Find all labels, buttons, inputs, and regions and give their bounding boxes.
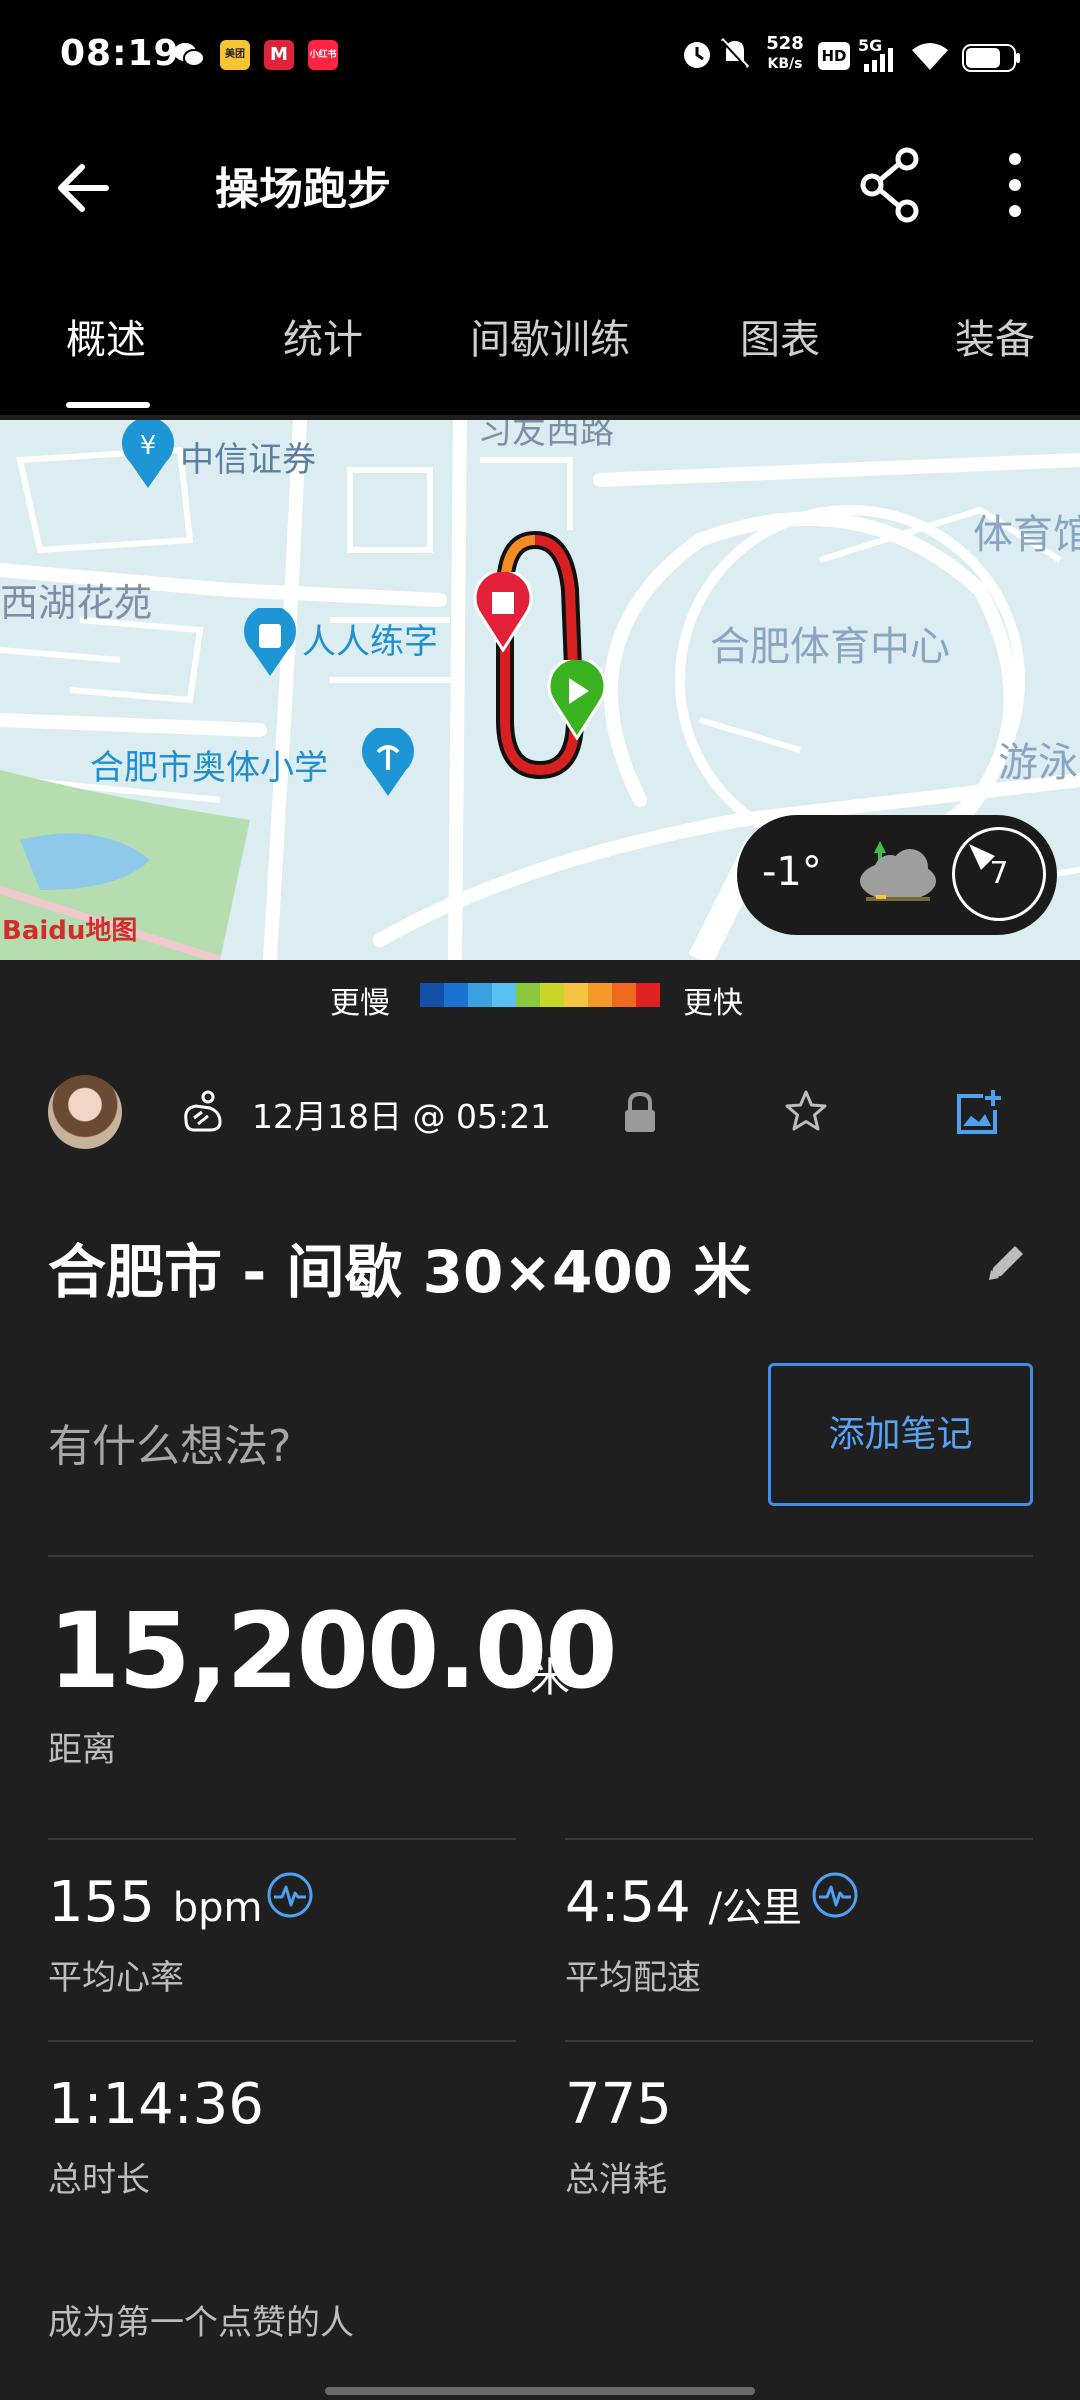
legend-swatch — [612, 983, 636, 1007]
alarm-icon — [680, 35, 714, 75]
pace-zone-icon[interactable] — [810, 1870, 860, 1924]
legend-swatch — [564, 983, 588, 1007]
meituan-icon: 美团 — [220, 40, 250, 70]
net-speed: 528 KB/s — [766, 33, 804, 73]
divider — [48, 1555, 1033, 1557]
status-bar: 08:19 美团 M 小红书 528 KB/s HD 5G — [0, 0, 1080, 115]
wind-speed: 7 — [989, 856, 1009, 891]
home-indicator[interactable] — [325, 2387, 755, 2395]
avg-hr-label: 平均心率 — [48, 1958, 184, 1998]
add-photo-icon[interactable] — [953, 1088, 1003, 1142]
share-button[interactable] — [855, 145, 925, 225]
star-icon[interactable] — [783, 1088, 829, 1138]
page-title: 操场跑步 — [215, 164, 391, 215]
tab-intervals[interactable]: 间歇训练 — [470, 310, 630, 390]
legend-swatch — [420, 983, 444, 1007]
avatar[interactable] — [48, 1075, 122, 1149]
tab-overview[interactable]: 概述 — [66, 310, 146, 390]
battery-icon — [962, 44, 1022, 76]
divider — [565, 1838, 1033, 1840]
tab-gear[interactable]: 装备 — [955, 310, 1035, 390]
back-button[interactable] — [50, 153, 120, 223]
weather-widget[interactable]: -1° 7 — [737, 815, 1057, 935]
running-icon — [180, 1090, 226, 1140]
weather-temperature: -1° — [762, 849, 822, 895]
legend-swatch — [444, 983, 468, 1007]
pace-legend: 更慢 更快 — [0, 960, 1080, 1030]
duration-value: 1:14:36 — [48, 2072, 264, 2137]
avg-pace-unit: /公里 — [708, 1885, 803, 1931]
avg-hr-unit: bpm — [172, 1885, 263, 1931]
wind-dial: 7 — [952, 827, 1046, 921]
wifi-icon — [910, 40, 950, 76]
map-label-xiyou: 习友西路 — [478, 420, 614, 452]
map-label-school: 合肥市奥体小学 — [90, 748, 328, 788]
legend-swatch — [492, 983, 516, 1007]
edit-icon[interactable] — [985, 1240, 1029, 1288]
activity-date: 12月18日 @ 05:21 — [252, 1097, 552, 1136]
calories-label: 总消耗 — [565, 2160, 667, 2200]
route-map[interactable]: ¥ 中信证券 习友西路 西湖花苑 人人练字 合肥体育中心 合肥市奥体小学 体育馆… — [0, 420, 1080, 960]
share-icon — [860, 147, 919, 223]
legend-swatch — [540, 983, 564, 1007]
mute-icon — [718, 35, 752, 75]
xiaohongshu-icon: 小红书 — [308, 40, 338, 70]
map-label-gym: 体育馆 — [973, 512, 1080, 558]
baidu-logo: Baidu地图 — [2, 916, 138, 946]
more-vert-icon — [1009, 153, 1021, 217]
calories-value: 775 — [565, 2072, 672, 2137]
hd-badge: HD — [818, 42, 850, 70]
distance-label: 距离 — [48, 1730, 116, 1770]
divider — [565, 2040, 1033, 2042]
duration-label: 总时长 — [48, 2160, 150, 2200]
tab-bar: 概述 统计 间歇训练 图表 装备 — [0, 290, 1080, 415]
notes-input[interactable]: 有什么想法? — [48, 1410, 291, 1474]
tab-stats[interactable]: 统计 — [283, 310, 363, 390]
heart-rate-zone-icon[interactable] — [265, 1870, 315, 1924]
avg-hr-value: 155 bpm — [48, 1870, 263, 1935]
status-time: 08:19 — [60, 33, 180, 74]
more-button[interactable] — [985, 145, 1045, 225]
wechat-icon — [172, 40, 206, 74]
distance-unit: 米 — [530, 1655, 570, 1701]
lock-icon[interactable] — [620, 1090, 660, 1140]
legend-swatch — [516, 983, 540, 1007]
svg-text:¥: ¥ — [140, 431, 157, 461]
activity-title: 合肥市 - 间歇 30×400 米 — [48, 1238, 752, 1306]
map-label-zhongxin: 中信证券 — [180, 440, 316, 480]
arrow-left-icon — [58, 164, 109, 212]
legend-faster-label: 更快 — [683, 986, 743, 1021]
avg-pace-label: 平均配速 — [565, 1958, 701, 1998]
app-bar: 操场跑步 — [0, 115, 1080, 290]
legend-swatch — [588, 983, 612, 1007]
map-label-stadium: 合肥体育中心 — [710, 624, 950, 670]
legend-slower-label: 更慢 — [330, 986, 390, 1021]
metro-icon: M — [264, 40, 294, 70]
map-label-swim: 游泳 — [998, 740, 1078, 786]
tab-active-indicator — [66, 402, 150, 408]
avg-pace-value: 4:54 /公里 — [565, 1870, 803, 1935]
legend-swatch — [636, 983, 660, 1007]
map-label-xihu: 西湖花苑 — [0, 581, 153, 625]
divider — [48, 1838, 516, 1840]
likes-prompt[interactable]: 成为第一个点赞的人 — [48, 2295, 354, 2344]
add-note-button[interactable]: 添加笔记 — [768, 1363, 1033, 1506]
signal-5g-icon: 5G — [858, 36, 898, 76]
legend-swatch — [468, 983, 492, 1007]
map-label-renren: 人人练字 — [302, 622, 438, 662]
divider — [48, 2040, 516, 2042]
legend-color-bar — [420, 983, 660, 1007]
tab-charts[interactable]: 图表 — [740, 310, 820, 390]
